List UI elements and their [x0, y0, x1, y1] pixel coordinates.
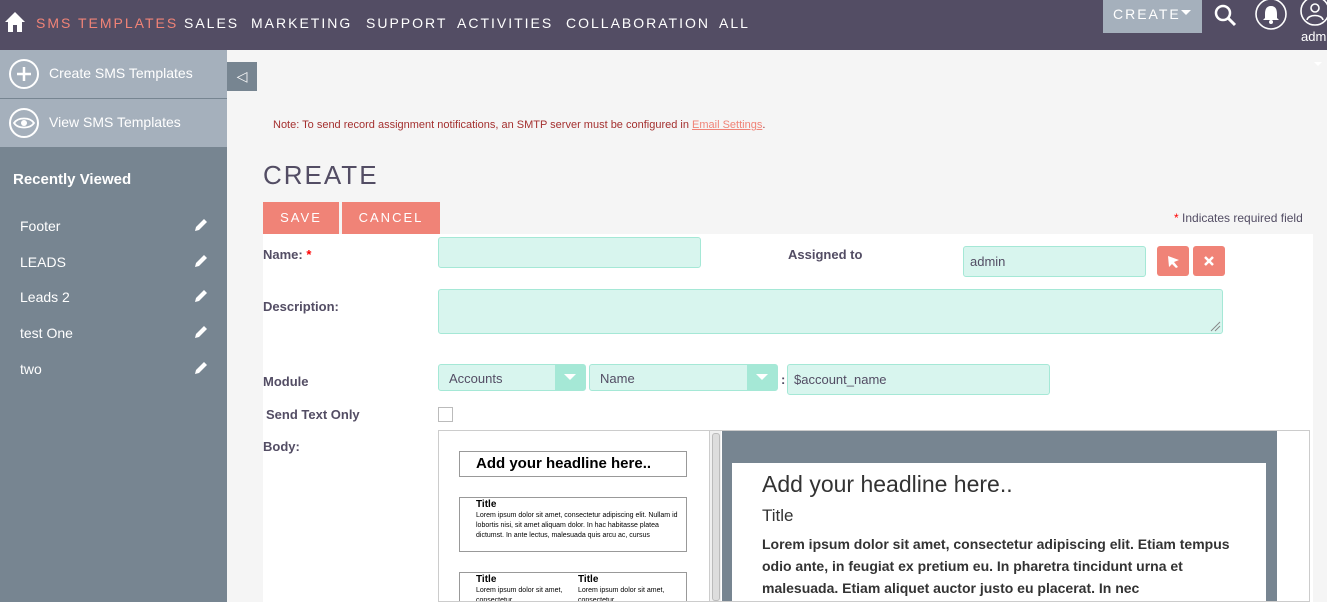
module-select-value: Accounts [449, 371, 503, 386]
plus-icon [9, 59, 39, 89]
pencil-icon[interactable] [193, 254, 208, 269]
select-user-button[interactable] [1157, 246, 1189, 276]
chevron-down-icon [1181, 10, 1191, 15]
description-label: Description: [263, 299, 339, 314]
recent-item-leads-2[interactable]: Leads 2 [20, 289, 70, 305]
recent-item-two[interactable]: two [20, 361, 42, 377]
home-icon[interactable] [4, 11, 26, 33]
create-menu-label: CREATE [1113, 6, 1181, 22]
body-editor: Add your headline here.. Title Lorem ips… [438, 430, 1310, 602]
name-label-text: Name: [263, 247, 303, 262]
required-star: * [306, 247, 312, 262]
top-navigation: SMS TEMPLATES SALES MARKETING SUPPORT AC… [0, 0, 1327, 50]
nav-item-activities[interactable]: ACTIVITIES [457, 15, 553, 31]
bell-icon[interactable] [1254, 0, 1288, 34]
clear-user-button[interactable] [1193, 246, 1225, 276]
send-text-only-checkbox[interactable] [438, 407, 453, 422]
cursor-icon [1168, 256, 1179, 268]
pencil-icon[interactable] [193, 218, 208, 233]
required-note-text: Indicates required field [1178, 211, 1303, 225]
user-name[interactable]: adm [1301, 29, 1326, 44]
editor-content[interactable]: Add your headline here.. Title Lorem ips… [732, 463, 1266, 601]
chevron-down-icon [555, 365, 585, 390]
recent-item-leads[interactable]: LEADS [20, 254, 66, 270]
smtp-note-text: Note: To send record assignment notifica… [273, 119, 693, 131]
thumbnail-col-text: Lorem ipsum dolor sit amet, consectetur [578, 587, 665, 602]
description-textarea[interactable] [438, 289, 1223, 334]
required-field-note: * Indicates required field [1174, 211, 1303, 225]
sidebar-action-label: Create SMS Templates [49, 65, 193, 81]
caret-down-icon[interactable] [1314, 62, 1322, 66]
assigned-to-input[interactable]: admin [963, 246, 1146, 277]
module-label: Module [263, 374, 309, 389]
email-settings-link[interactable]: Email Settings [692, 119, 762, 131]
user-icon[interactable] [1300, 0, 1327, 28]
field-select-value: Name [600, 371, 635, 386]
module-select[interactable]: Accounts [438, 364, 586, 391]
save-button[interactable]: SAVE [263, 202, 339, 234]
nav-item-all[interactable]: ALL [719, 15, 750, 31]
thumbnail-col-title: Title [578, 574, 599, 585]
recent-item-footer[interactable]: Footer [20, 218, 60, 234]
name-input[interactable] [438, 237, 701, 268]
body-label: Body: [263, 439, 300, 454]
thumbnail-scrollbar[interactable] [709, 431, 721, 601]
separator: : [781, 372, 786, 387]
thumbnail-col-title: Title [476, 574, 497, 585]
thumbnail-title: Title [476, 499, 497, 510]
thumbnail-col-text: Lorem ipsum dolor sit amet, consectetur [476, 587, 563, 602]
pencil-icon[interactable] [193, 361, 208, 376]
scrollbar-thumb[interactable] [712, 433, 720, 601]
page-title: CREATE [263, 160, 379, 190]
cancel-button[interactable]: CANCEL [342, 202, 440, 234]
content-paragraph[interactable]: Lorem ipsum dolor sit amet, consectetur … [762, 533, 1236, 599]
content-headline[interactable]: Add your headline here.. [762, 471, 1236, 498]
nav-item-sales[interactable]: SALES [184, 15, 239, 31]
pencil-icon[interactable] [193, 325, 208, 340]
smtp-note: Note: To send record assignment notifica… [273, 119, 765, 131]
resize-handle-icon[interactable] [1209, 320, 1221, 332]
thumbnail-title-text[interactable]: Title Lorem ipsum dolor sit amet, consec… [459, 497, 687, 552]
sidebar: Create SMS Templates View SMS Templates … [0, 50, 227, 602]
editor-canvas: Add your headline here.. Title Lorem ips… [722, 431, 1277, 601]
content-title[interactable]: Title [762, 506, 1236, 526]
nav-item-collaboration[interactable]: COLLABORATION [566, 15, 710, 31]
recently-viewed-heading: Recently Viewed [13, 171, 132, 188]
eye-icon [9, 108, 39, 138]
thumbnail-headline[interactable]: Add your headline here.. [459, 451, 687, 477]
create-menu-button[interactable]: CREATE [1103, 0, 1202, 33]
assigned-to-label: Assigned to [788, 247, 863, 262]
thumbnail-two-columns[interactable]: Title Lorem ipsum dolor sit amet, consec… [459, 572, 687, 602]
field-select[interactable]: Name [589, 364, 778, 391]
smtp-note-end: . [762, 119, 766, 131]
search-icon[interactable] [1213, 3, 1237, 27]
nav-module-sms-templates[interactable]: SMS TEMPLATES [36, 15, 178, 31]
close-icon [1204, 256, 1214, 266]
sidebar-collapse-button[interactable]: ◁ [227, 62, 257, 91]
sidebar-action-create[interactable]: Create SMS Templates [0, 50, 227, 98]
recent-item-test-one[interactable]: test One [20, 325, 73, 341]
template-thumbnails: Add your headline here.. Title Lorem ips… [439, 431, 709, 602]
pencil-icon[interactable] [193, 289, 208, 304]
nav-item-marketing[interactable]: MARKETING [251, 15, 352, 31]
chevron-down-icon [747, 365, 777, 390]
nav-item-support[interactable]: SUPPORT [366, 15, 447, 31]
sidebar-action-label: View SMS Templates [49, 114, 181, 130]
name-label: Name: * [263, 247, 311, 262]
sidebar-action-view[interactable]: View SMS Templates [0, 99, 227, 147]
thumbnail-text: Lorem ipsum dolor sit amet, consectetur … [476, 512, 678, 539]
send-text-only-label: Send Text Only [266, 407, 360, 422]
variable-input[interactable]: $account_name [787, 364, 1050, 395]
